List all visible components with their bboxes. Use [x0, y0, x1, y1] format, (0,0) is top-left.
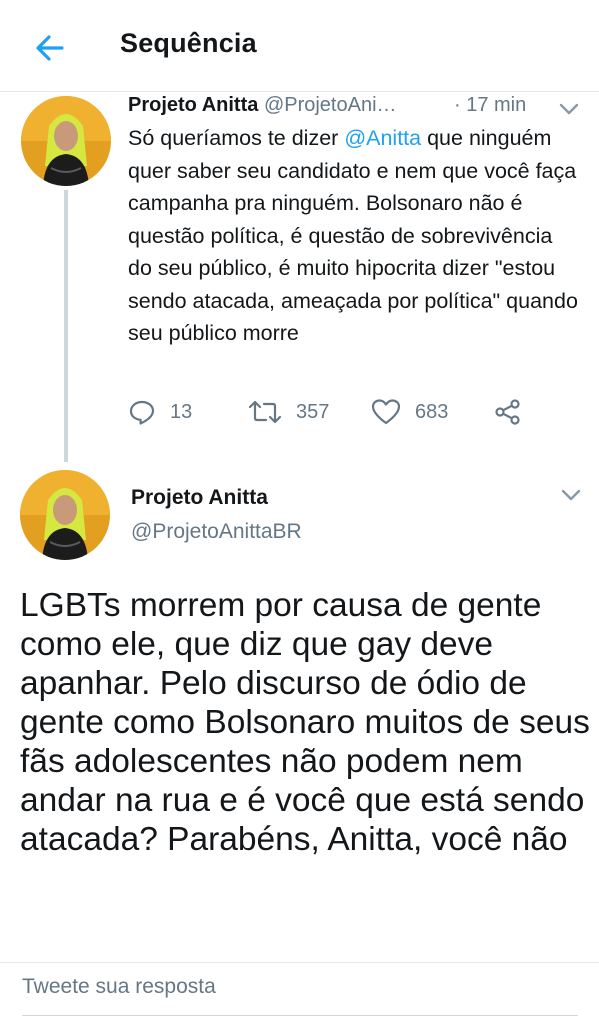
tweet2-author-handle[interactable]: @ProjetoAnittaBR — [131, 520, 302, 544]
reply-button[interactable]: 13 — [128, 398, 192, 426]
back-button[interactable] — [30, 28, 70, 68]
chevron-down-icon — [559, 103, 579, 115]
like-count: 683 — [415, 400, 449, 423]
retweet-icon — [248, 400, 282, 424]
tweet1-text-part: que ninguém quer saber seu candidato e n… — [128, 126, 578, 345]
tweet1-actions: 13 357 683 — [128, 398, 548, 438]
tweet2-menu-button[interactable] — [560, 488, 582, 502]
arrow-left-icon — [36, 35, 64, 61]
avatar[interactable] — [21, 96, 111, 186]
reply-input[interactable]: Tweete sua resposta — [22, 975, 216, 999]
mention-link[interactable]: @Anitta — [344, 126, 421, 150]
tweet1-author-name[interactable]: Projeto Anitta — [128, 94, 258, 116]
tweet1-author-handle[interactable]: @ProjetoAni… — [264, 94, 397, 117]
share-button[interactable] — [494, 398, 536, 426]
tweet1-timestamp: · 17 min — [454, 94, 527, 116]
reply-icon — [129, 400, 155, 425]
reply-input-underline — [22, 1015, 578, 1016]
share-icon — [495, 399, 520, 425]
tweet1-text: Só queríamos te dizer @Anitta que ningué… — [128, 122, 578, 350]
chevron-down-icon — [561, 489, 581, 501]
tweet2-author-name[interactable]: Projeto Anitta — [131, 486, 268, 510]
page-title: Sequência — [120, 28, 257, 58]
tweet2-text: LGBTs morrem por causa de gente como ele… — [20, 587, 590, 858]
heart-icon — [371, 399, 401, 425]
reply-count: 13 — [170, 400, 193, 423]
tweet1-text-part: Só queríamos te dizer — [128, 126, 345, 150]
header-bar: Sequência — [0, 0, 599, 92]
retweet-count: 357 — [296, 400, 330, 423]
thread-connector — [64, 190, 68, 462]
reply-bar: Tweete sua resposta — [0, 962, 599, 1024]
avatar[interactable] — [20, 470, 110, 560]
tweet1-menu-button[interactable] — [558, 102, 580, 116]
like-button[interactable]: 683 — [371, 398, 448, 426]
retweet-button[interactable]: 357 — [248, 398, 329, 426]
